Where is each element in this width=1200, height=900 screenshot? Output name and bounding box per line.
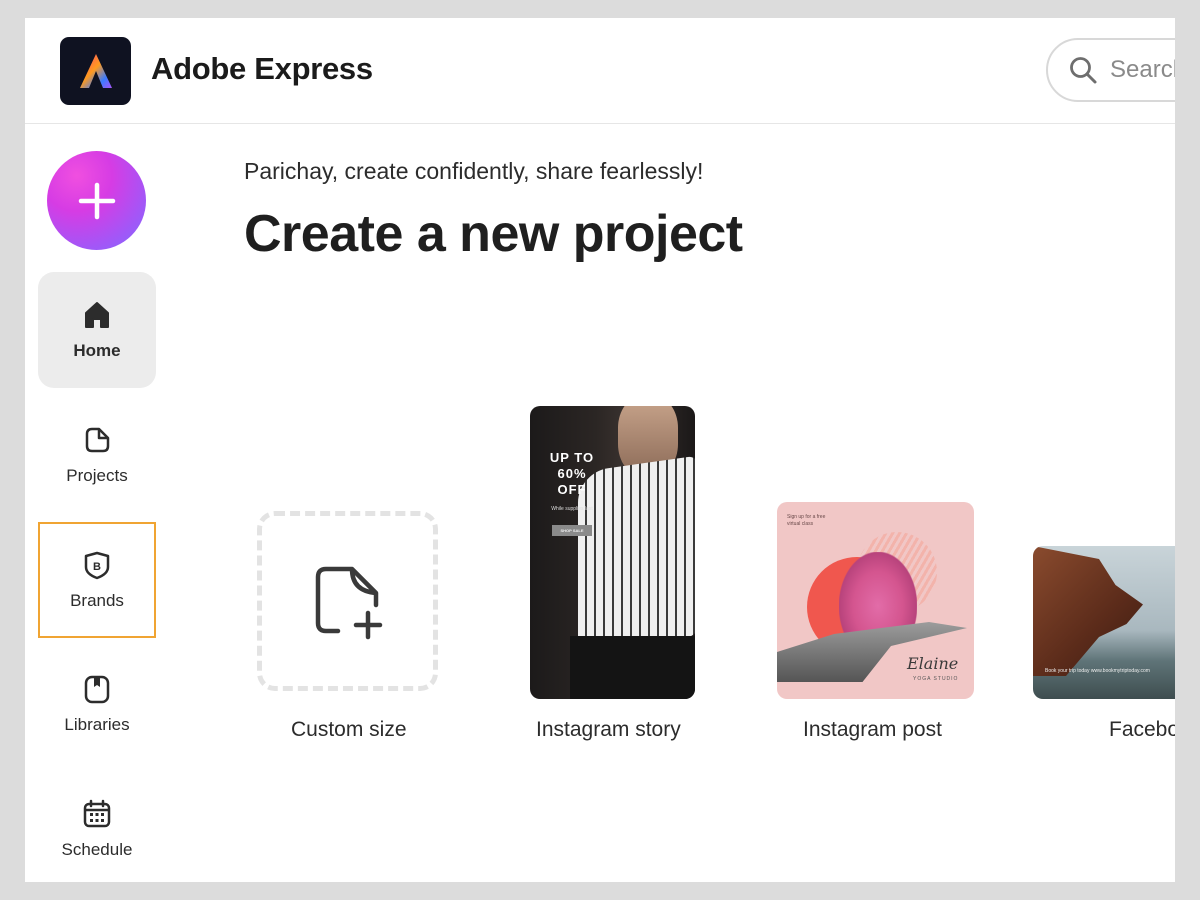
logo-a-icon: [79, 54, 112, 88]
promo-subtext: While supplies last: [551, 506, 593, 512]
promo-block: UP TO 60% OFF While supplies last SHOP S…: [542, 450, 602, 536]
facebook-thumbnail[interactable]: Book your trip today www.bookmytriptoday…: [1033, 546, 1175, 699]
card-label-facebook[interactable]: Facebook: [1109, 718, 1175, 742]
greeting-text: Parichay, create confidently, share fear…: [244, 158, 704, 184]
model-pants: [570, 636, 695, 699]
svg-text:B: B: [93, 561, 101, 573]
sidebar-item-label: Schedule: [61, 840, 133, 859]
new-file-icon: [315, 566, 382, 640]
app-title: Adobe Express: [151, 51, 373, 86]
search-input[interactable]: [1110, 56, 1175, 84]
post-signature: Elaine: [907, 654, 959, 673]
card-label-instagram-post[interactable]: Instagram post: [803, 718, 942, 742]
library-icon: [84, 675, 110, 704]
plus-icon: [78, 182, 115, 219]
app-window: Adobe Express Home: [25, 18, 1175, 882]
promo-button: SHOP SALE: [552, 525, 592, 536]
home-icon: [85, 302, 109, 328]
adobe-express-logo[interactable]: [60, 37, 131, 105]
top-bar: Adobe Express: [25, 18, 1175, 124]
calendar-icon: [83, 799, 111, 828]
create-new-button[interactable]: [47, 151, 146, 250]
promo-headline: UP TO 60% OFF: [549, 450, 595, 497]
custom-size-card[interactable]: [257, 511, 438, 691]
instagram-post-thumbnail[interactable]: Sign up for a free virtual class Elaine …: [777, 502, 974, 699]
sidebar-item-label: Brands: [70, 591, 124, 610]
sidebar-item-projects[interactable]: Projects: [38, 397, 156, 513]
search-icon: [1070, 57, 1097, 84]
brand-shield-icon: B: [84, 551, 110, 580]
document-icon: [85, 427, 110, 453]
post-studio: YOGA STUDIO: [913, 676, 959, 682]
sidebar-item-libraries[interactable]: Libraries: [38, 646, 156, 762]
instagram-story-thumbnail[interactable]: UP TO 60% OFF While supplies last SHOP S…: [530, 406, 695, 699]
post-note: Sign up for a free virtual class: [787, 514, 826, 527]
page-title: Create a new project: [244, 205, 743, 263]
sidebar-item-schedule[interactable]: Schedule: [38, 771, 156, 882]
sidebar-item-label: Projects: [66, 466, 128, 485]
rock-cliff: [1033, 546, 1143, 676]
sidebar-item-label: Home: [73, 341, 121, 360]
sidebar-item-label: Libraries: [64, 715, 130, 734]
search-box[interactable]: [1046, 38, 1175, 102]
fb-caption: Book your trip today www.bookmytriptoday…: [1045, 668, 1150, 674]
card-label-custom-size[interactable]: Custom size: [291, 718, 407, 742]
card-label-instagram-story[interactable]: Instagram story: [536, 718, 681, 742]
yoga-figure: [777, 622, 967, 682]
sidebar-item-brands[interactable]: B Brands: [38, 522, 156, 638]
sidebar-item-home[interactable]: Home: [38, 272, 156, 388]
